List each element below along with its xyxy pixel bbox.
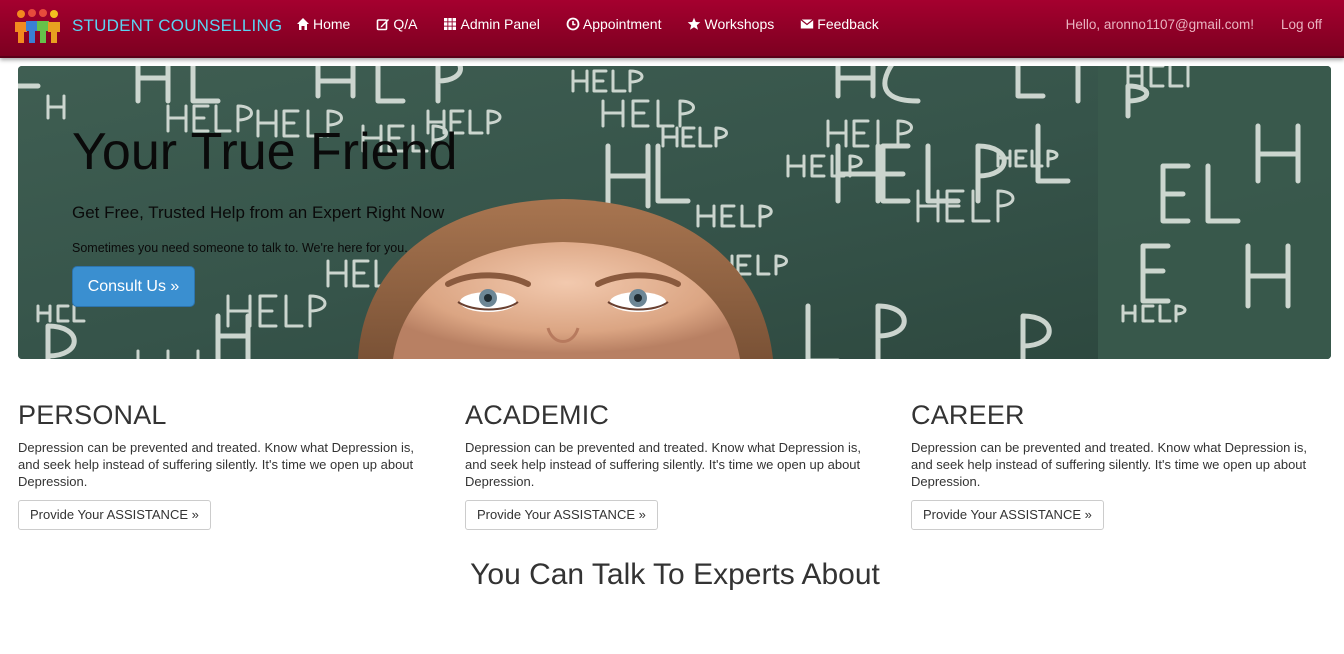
hero-title: Your True Friend: [72, 123, 458, 181]
main-nav: Home Q/A Admin Panel Appointment Worksho…: [296, 0, 905, 48]
brand[interactable]: STUDENT COUNSELLING: [14, 8, 282, 44]
academic-section: ACADEMIC Depression can be prevented and…: [465, 400, 885, 530]
academic-assistance-button[interactable]: Provide Your ASSISTANCE »: [465, 500, 658, 530]
hero-tagline: Sometimes you need someone to talk to. W…: [72, 241, 408, 255]
top-navbar: STUDENT COUNSELLING Home Q/A Admin Panel…: [0, 0, 1344, 58]
home-icon: [297, 18, 309, 30]
nav-qa[interactable]: Q/A: [376, 16, 417, 32]
consult-us-button[interactable]: Consult Us »: [72, 266, 195, 307]
user-greeting-link[interactable]: Hello, aronno1107@gmail.com!: [1066, 17, 1254, 32]
personal-assistance-button[interactable]: Provide Your ASSISTANCE »: [18, 500, 211, 530]
hero-jumbotron: Your True Friend Get Free, Trusted Help …: [18, 66, 1331, 359]
edit-icon: [377, 19, 390, 31]
nav-feedback[interactable]: Feedback: [800, 16, 879, 32]
nav-appointment[interactable]: Appointment: [566, 16, 662, 32]
personal-description: Depression can be prevented and treated.…: [18, 440, 415, 489]
clock-icon: [566, 17, 580, 31]
grid-icon: [444, 18, 457, 30]
nav-workshops-label: Workshops: [704, 16, 775, 32]
personal-section: PERSONAL Depression can be prevented and…: [18, 400, 438, 530]
career-section: CAREER Depression can be prevented and t…: [911, 400, 1331, 530]
nav-admin-panel-label: Admin Panel: [460, 16, 540, 32]
nav-feedback-label: Feedback: [817, 16, 879, 32]
star-icon: [688, 17, 701, 30]
nav-home[interactable]: Home: [296, 16, 350, 32]
envelope-icon: [800, 19, 814, 29]
log-off-link[interactable]: Log off: [1281, 17, 1322, 32]
nav-appointment-label: Appointment: [582, 16, 662, 32]
brand-title: STUDENT COUNSELLING: [72, 16, 283, 35]
people-logo-icon: [15, 9, 60, 43]
nav-workshops[interactable]: Workshops: [687, 16, 774, 32]
academic-description: Depression can be prevented and treated.…: [465, 440, 862, 489]
hero-subtitle: Get Free, Trusted Help from an Expert Ri…: [72, 203, 445, 222]
talk-to-experts-heading: You Can Talk To Experts About: [470, 558, 880, 591]
career-description: Depression can be prevented and treated.…: [911, 440, 1308, 489]
nav-qa-label: Q/A: [393, 16, 418, 32]
nav-admin-panel[interactable]: Admin Panel: [443, 16, 540, 32]
account-area: Hello, aronno1107@gmail.com! Log off: [1066, 0, 1322, 48]
academic-heading: ACADEMIC: [465, 400, 610, 430]
career-heading: CAREER: [911, 400, 1025, 430]
personal-heading: PERSONAL: [18, 400, 167, 430]
career-assistance-button[interactable]: Provide Your ASSISTANCE »: [911, 500, 1104, 530]
nav-home-label: Home: [313, 16, 351, 32]
